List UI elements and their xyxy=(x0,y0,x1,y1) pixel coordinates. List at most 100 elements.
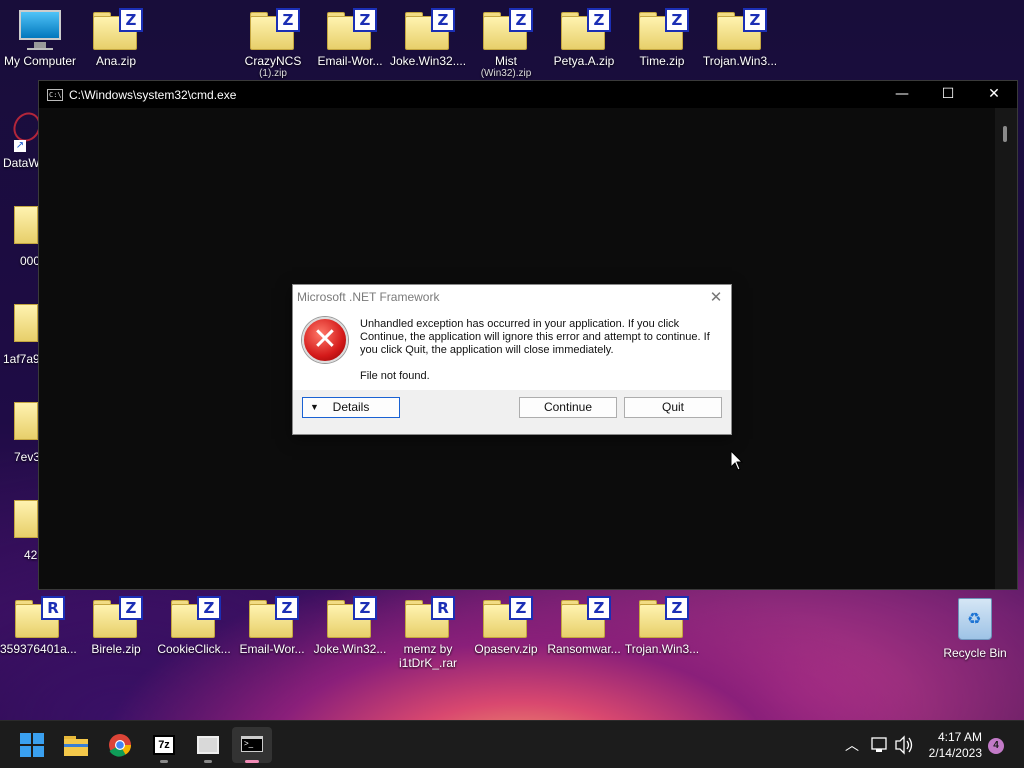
zip-folder-icon: Z xyxy=(639,8,689,50)
desktop-icon-label: Joke.Win32... xyxy=(313,642,387,656)
rar-folder-icon: R xyxy=(15,596,65,638)
desktop-icon-label: Email-Wor... xyxy=(239,642,305,656)
network-button[interactable] xyxy=(870,721,890,768)
desktop-icon-zip[interactable]: Z Email-Wor... xyxy=(312,2,388,68)
desktop-icon-my-computer[interactable]: My Computer xyxy=(2,2,78,68)
desktop-icon-partial[interactable]: 1af7a9( xyxy=(0,298,44,370)
desktop-icon-zip[interactable]: Z Joke.Win32... xyxy=(312,590,388,656)
computer-icon xyxy=(17,10,63,50)
windows-start-icon xyxy=(20,733,44,757)
error-message: Unhandled exception has occurred in your… xyxy=(360,318,710,356)
start-button[interactable] xyxy=(12,727,52,763)
scrollbar-thumb[interactable] xyxy=(1003,126,1007,142)
desktop-icon-label: CrazyNCS xyxy=(244,54,302,68)
desktop-icon-label: Birele.zip xyxy=(91,642,141,656)
zip-folder-icon: Z xyxy=(171,596,221,638)
desktop-icon-zip[interactable]: Z Email-Wor... xyxy=(234,590,310,656)
desktop-icon-partial[interactable]: 7ev3 xyxy=(0,396,41,468)
recycle-bin-icon: ♻ xyxy=(958,598,992,640)
zip-folder-icon: Z xyxy=(327,596,377,638)
quit-button[interactable]: Quit xyxy=(624,397,722,418)
zip-folder-icon: Z xyxy=(250,8,300,50)
taskbar-7zip[interactable]: 7z xyxy=(144,727,184,763)
continue-button[interactable]: Continue xyxy=(519,397,617,418)
desktop-icon-partial[interactable]: 42. xyxy=(0,494,41,566)
clock-time: 4:17 AM xyxy=(937,730,982,744)
maximize-button[interactable]: ☐ xyxy=(925,81,971,108)
desktop-icon-label: My Computer xyxy=(3,54,77,68)
desktop-icon-recycle-bin[interactable]: ♻ Recycle Bin xyxy=(940,594,1010,660)
desktop-icon-zip[interactable]: Z Opaserv.zip xyxy=(468,590,544,656)
desktop-icon-label: Joke.Win32.... xyxy=(390,54,466,68)
vertical-scrollbar[interactable] xyxy=(995,108,1017,589)
zip-folder-icon: Z xyxy=(483,8,533,50)
desktop-icon-label: Opaserv.zip xyxy=(474,642,538,656)
zip-folder-icon: Z xyxy=(561,596,611,638)
zip-folder-icon: Z xyxy=(639,596,689,638)
desktop-icon-label: Ransomwar... xyxy=(547,642,621,656)
desktop-icon-rar[interactable]: R 359376401a... xyxy=(0,590,76,656)
desktop-icon-sublabel: (1).zip xyxy=(259,68,287,79)
desktop-icon-zip[interactable]: Z Ransomwar... xyxy=(546,590,622,656)
rar-folder-icon: R xyxy=(405,596,455,638)
folder-icon xyxy=(14,206,38,244)
desktop-icon-label: Time.zip xyxy=(639,54,685,68)
desktop-icon-zip[interactable]: Z Petya.A.zip xyxy=(546,2,622,68)
shortcut-arrow-icon: ↗ xyxy=(14,140,26,152)
desktop-icon-label: Ana.zip xyxy=(95,54,137,68)
show-hidden-icons-button[interactable]: ︿ xyxy=(842,721,862,768)
clock[interactable]: 4:17 AM 2/14/2023 xyxy=(910,729,982,761)
chevron-up-icon: ︿ xyxy=(845,737,859,753)
file-explorer-icon xyxy=(64,736,88,756)
error-dialog[interactable]: Microsoft .NET Framework ✕ ✕ Unhandled e… xyxy=(292,284,732,435)
cmd-titlebar[interactable]: C:\ C:\Windows\system32\cmd.exe — ☐ ✕ xyxy=(39,81,1017,108)
desktop-icon-datawarrior[interactable]: ↗ DataW xyxy=(0,104,46,174)
cmd-icon: >_ xyxy=(241,736,263,752)
desktop-icon-label: Recycle Bin xyxy=(943,646,1007,660)
desktop-icon-label: Trojan.Win3... xyxy=(702,54,778,68)
zip-folder-icon: Z xyxy=(93,596,143,638)
notification-badge[interactable]: 4 xyxy=(988,738,1004,754)
desktop-icon-zip[interactable]: Z Time.zip xyxy=(624,2,700,68)
taskbar-file-explorer[interactable] xyxy=(56,727,96,763)
dialog-titlebar[interactable]: Microsoft .NET Framework ✕ xyxy=(293,285,731,309)
taskbar-chrome[interactable] xyxy=(100,727,140,763)
desktop-icon-rar[interactable]: R memz by i1tDrK_.rar xyxy=(390,590,466,670)
folder-icon xyxy=(14,500,38,538)
desktop-icon-zip[interactable]: Z Birele.zip xyxy=(78,590,154,656)
mouse-cursor-icon xyxy=(730,450,744,471)
zip-folder-icon: Z xyxy=(483,596,533,638)
desktop-icon-sublabel: i1tDrK_.rar xyxy=(398,656,457,670)
desktop-icon-label: Mist xyxy=(495,54,517,68)
desktop-icon-zip[interactable]: Z Ana.zip xyxy=(78,2,154,68)
window-title: C:\Windows\system32\cmd.exe xyxy=(69,87,237,102)
folder-icon xyxy=(14,304,38,342)
desktop-icon-sublabel: (Win32).zip xyxy=(480,68,532,79)
desktop-icon-label: Trojan.Win3... xyxy=(624,642,700,656)
desktop-icon-zip[interactable]: Z CookieClick... xyxy=(156,590,232,656)
taskbar-window[interactable] xyxy=(188,727,228,763)
zip-folder-icon: Z xyxy=(93,8,143,50)
desktop-icon-zip[interactable]: Z CrazyNCS (1).zip xyxy=(235,2,311,79)
zip-folder-icon: Z xyxy=(561,8,611,50)
desktop-icon-label: Email-Wor... xyxy=(317,54,383,68)
details-button[interactable]: ▼ Details xyxy=(302,397,400,418)
chevron-down-icon: ▼ xyxy=(310,402,319,412)
taskbar: 7z >_ ︿ 4:17 AM 2/14/2023 4 xyxy=(0,720,1024,768)
desktop-icon-label: 7ev3 xyxy=(14,450,41,464)
desktop-icon-partial[interactable]: 000 xyxy=(0,200,40,272)
cmd-icon: C:\ xyxy=(47,88,63,101)
7zip-icon: 7z xyxy=(153,735,175,755)
close-button[interactable]: ✕ xyxy=(971,81,1017,108)
desktop-icon-zip[interactable]: Z Joke.Win32.... xyxy=(390,2,466,68)
clock-date: 2/14/2023 xyxy=(928,746,982,760)
dialog-title: Microsoft .NET Framework xyxy=(297,290,440,304)
desktop-icon-zip[interactable]: Z Mist (Win32).zip xyxy=(468,2,544,79)
desktop-icon-zip[interactable]: Z Trojan.Win3... xyxy=(702,2,778,68)
network-icon xyxy=(871,737,887,752)
zip-folder-icon: Z xyxy=(405,8,455,50)
desktop-icon-zip[interactable]: Z Trojan.Win3... xyxy=(624,590,700,656)
minimize-button[interactable]: — xyxy=(879,81,925,108)
dialog-close-button[interactable]: ✕ xyxy=(701,288,731,306)
taskbar-cmd[interactable]: >_ xyxy=(232,727,272,763)
